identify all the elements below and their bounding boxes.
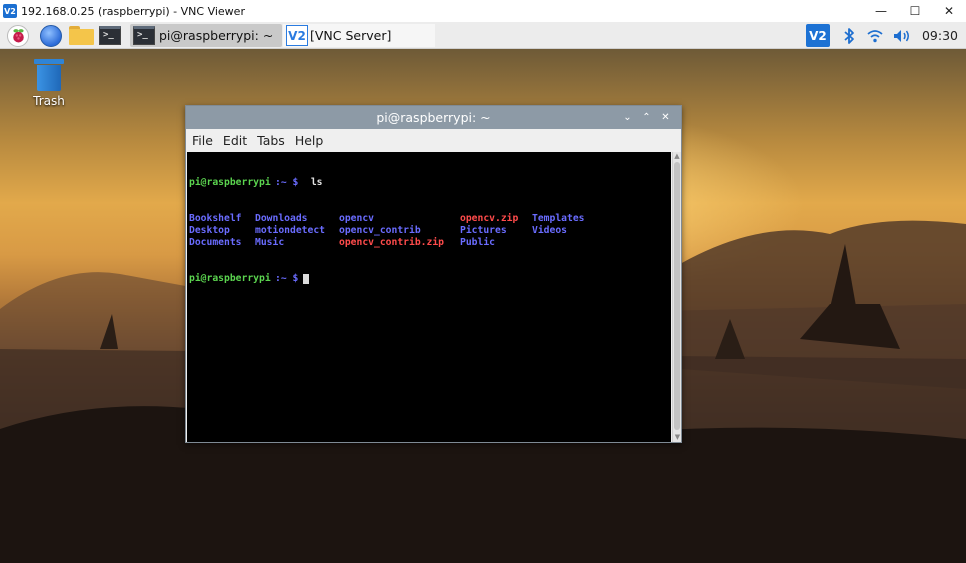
web-browser-launcher[interactable] xyxy=(40,24,62,47)
ls-row: Desktop motiondetect opencv_contrib Picture… xyxy=(189,225,669,237)
raspberry-menu-icon xyxy=(7,24,29,47)
prompt-line: pi@raspberrypi :~ $ xyxy=(189,273,669,285)
minimize-button[interactable]: — xyxy=(864,0,898,22)
ls-entry-directory: opencv_contrib xyxy=(339,225,421,236)
system-tray: V2 09:30 xyxy=(805,22,966,49)
terminal-minimize-button[interactable]: ⌄ xyxy=(618,112,637,123)
taskbar-item-label: pi@raspberrypi: ~ xyxy=(159,28,274,43)
prompt-path: :~ $ xyxy=(275,273,299,284)
ls-entry-directory: Documents xyxy=(189,237,242,248)
scroll-up-icon[interactable]: ▲ xyxy=(673,152,681,161)
ls-entry-directory: motiondetect xyxy=(255,225,325,236)
menu-file[interactable]: File xyxy=(192,133,213,148)
command-text: ls xyxy=(305,177,323,188)
bluetooth-icon[interactable] xyxy=(840,27,858,45)
vnc-viewer-logo-icon: V2 xyxy=(3,4,17,18)
wifi-icon[interactable] xyxy=(866,27,884,45)
menu-tabs[interactable]: Tabs xyxy=(257,133,285,148)
vnc-server-icon: V2 xyxy=(286,25,308,46)
ls-entry-archive: opencv_contrib.zip xyxy=(339,237,444,248)
web-browser-icon xyxy=(40,24,62,47)
ls-entry-directory: Templates xyxy=(532,213,585,224)
terminal-scrollbar[interactable]: ▲ ▼ xyxy=(672,152,681,442)
ls-row: Documents Music opencv_contrib.zip Public xyxy=(189,237,669,249)
ls-entry-directory: Pictures xyxy=(460,225,507,236)
terminal-icon: >_ xyxy=(99,26,121,45)
trash-icon xyxy=(34,59,64,91)
top-panel: >_ >_ pi@raspberrypi: ~ V2 [VNC Server] … xyxy=(0,22,966,49)
terminal-titlebar[interactable]: pi@raspberrypi: ~ ⌄ ⌃ ✕ xyxy=(186,106,681,129)
terminal-window-controls: ⌄ ⌃ ✕ xyxy=(618,106,675,129)
ls-row: Bookshelf Downloads opencv opencv.zip Templa… xyxy=(189,213,669,225)
close-button[interactable]: ✕ xyxy=(932,0,966,22)
ls-entry-archive: opencv.zip xyxy=(460,213,519,224)
trash-desktop-icon[interactable]: Trash xyxy=(30,59,68,108)
prompt-line: pi@raspberrypi :~ $ ls xyxy=(189,177,669,189)
scrollbar-thumb[interactable] xyxy=(674,162,680,430)
taskbar-item-vnc-server[interactable]: V2 [VNC Server] xyxy=(283,24,435,47)
raspberry-menu-button[interactable] xyxy=(7,24,29,47)
terminal-window: pi@raspberrypi: ~ ⌄ ⌃ ✕ File Edit Tabs H… xyxy=(185,105,682,443)
terminal-maximize-button[interactable]: ⌃ xyxy=(637,112,656,123)
terminal-close-button[interactable]: ✕ xyxy=(656,112,675,123)
terminal-output[interactable]: pi@raspberrypi :~ $ ls Bookshelf Download… xyxy=(187,152,671,442)
terminal-menubar: File Edit Tabs Help xyxy=(186,129,681,152)
ls-entry-directory: opencv xyxy=(339,213,374,224)
terminal-icon: >_ xyxy=(133,26,155,45)
file-manager-launcher[interactable] xyxy=(69,24,94,47)
vnc-viewer-title: 192.168.0.25 (raspberrypi) - VNC Viewer xyxy=(21,4,245,18)
vnc-viewer-titlebar: V2 192.168.0.25 (raspberrypi) - VNC View… xyxy=(0,0,966,22)
prompt-user: pi@raspberrypi xyxy=(189,177,271,188)
file-manager-icon xyxy=(69,26,94,45)
text-cursor xyxy=(303,274,309,284)
prompt-path: :~ $ xyxy=(275,177,299,188)
terminal-title: pi@raspberrypi: ~ xyxy=(376,110,491,125)
ls-entry-directory: Desktop xyxy=(189,225,230,236)
window-controls: — ☐ ✕ xyxy=(864,0,966,22)
vnc-icon[interactable]: V2 xyxy=(805,24,830,47)
prompt-user: pi@raspberrypi xyxy=(189,273,271,284)
ls-entry-directory: Music xyxy=(255,237,285,248)
clock[interactable]: 09:30 xyxy=(922,28,958,43)
terminal-launcher[interactable]: >_ xyxy=(99,24,121,47)
ls-entry-directory: Bookshelf xyxy=(189,213,242,224)
menu-edit[interactable]: Edit xyxy=(223,133,247,148)
ls-entry-directory: Public xyxy=(460,237,495,248)
ls-output: Bookshelf Downloads opencv opencv.zip Templa… xyxy=(189,213,669,249)
maximize-button[interactable]: ☐ xyxy=(898,0,932,22)
trash-label: Trash xyxy=(33,94,65,108)
ls-entry-directory: Videos xyxy=(532,225,567,236)
volume-icon[interactable] xyxy=(892,27,912,45)
taskbar-item-terminal[interactable]: >_ pi@raspberrypi: ~ xyxy=(130,24,282,47)
taskbar-item-label: [VNC Server] xyxy=(310,28,392,43)
scroll-down-icon[interactable]: ▼ xyxy=(673,433,682,442)
ls-entry-directory: Downloads xyxy=(255,213,308,224)
menu-help[interactable]: Help xyxy=(295,133,324,148)
